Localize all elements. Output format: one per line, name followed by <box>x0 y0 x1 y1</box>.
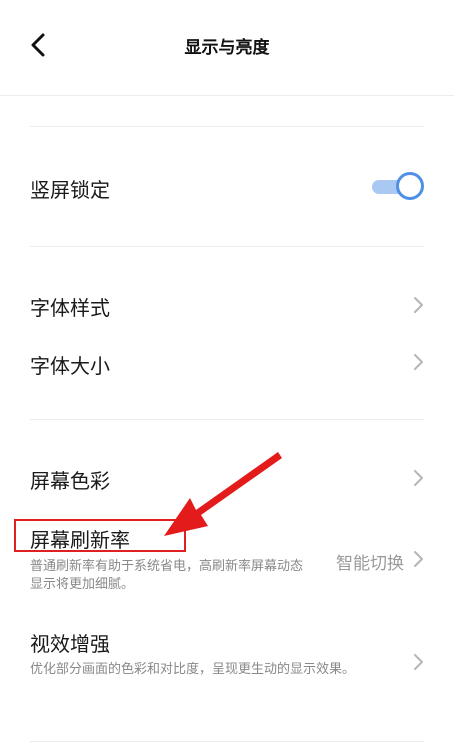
portrait-lock-toggle[interactable] <box>372 172 424 200</box>
section-divider <box>30 741 424 742</box>
toggle-knob <box>396 172 424 200</box>
portrait-lock-label: 竖屏锁定 <box>30 178 110 202</box>
chevron-right-icon <box>414 654 423 670</box>
annotation-arrow-icon <box>164 452 282 536</box>
visual-enhance-subtitle: 优化部分画面的色彩和对比度，呈现更生动的显示效果。 <box>30 662 356 677</box>
screen-color-label: 屏幕色彩 <box>30 469 110 493</box>
chevron-right-icon <box>414 354 423 370</box>
chevron-right-icon <box>414 470 423 486</box>
font-style-label: 字体样式 <box>30 296 110 320</box>
section-divider <box>30 126 424 127</box>
refresh-rate-subtitle: 普通刷新率有助于系统省电，高刷新率屏幕动态显示将更加细腻。 <box>30 559 304 592</box>
section-divider <box>30 419 424 420</box>
refresh-rate-value: 智能切换 <box>336 554 404 574</box>
chevron-right-icon <box>414 551 423 567</box>
page-title: 显示与亮度 <box>184 38 270 58</box>
header-divider <box>0 95 454 96</box>
visual-enhance-label: 视效增强 <box>30 632 110 656</box>
section-divider <box>30 246 424 247</box>
font-size-label: 字体大小 <box>30 354 110 378</box>
header: 显示与亮度 <box>0 0 454 95</box>
chevron-right-icon <box>414 297 423 313</box>
